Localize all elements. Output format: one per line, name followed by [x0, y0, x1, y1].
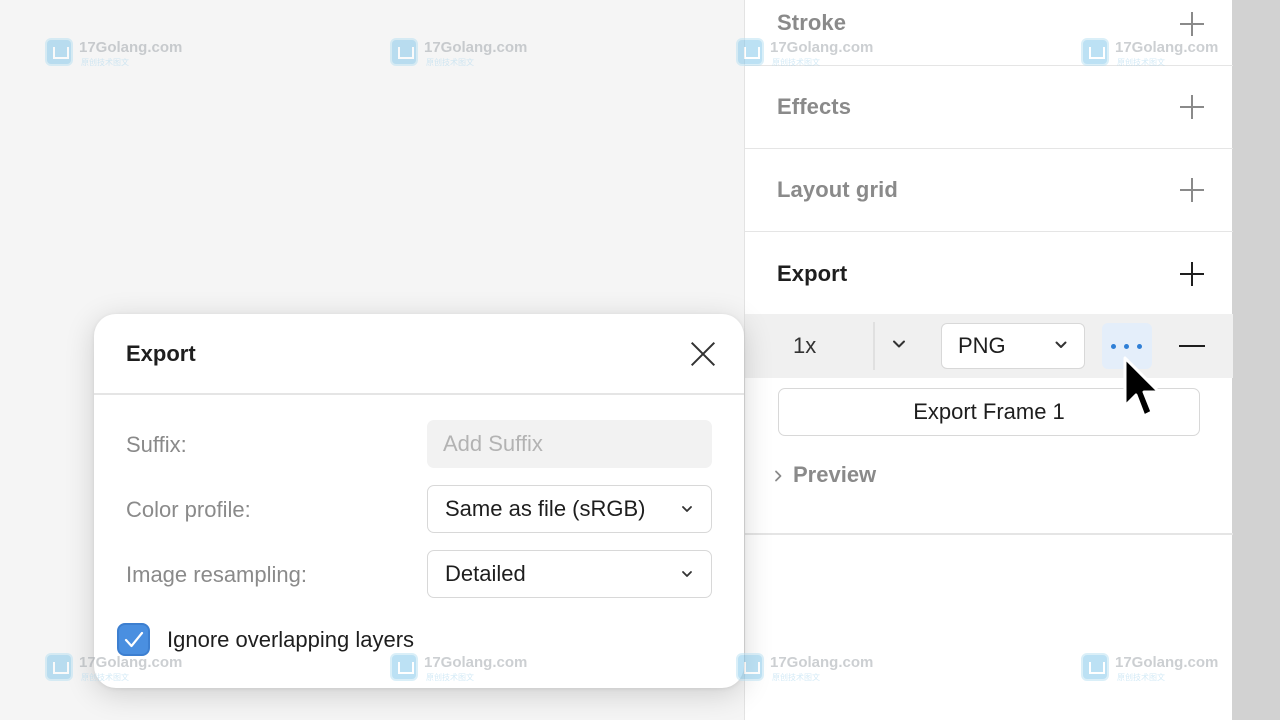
watermark-subtext: 原创技术图文 — [426, 673, 474, 682]
watermark: 17Golang.com 原创技术图文 — [45, 38, 185, 68]
image-resampling-value: Detailed — [445, 561, 526, 586]
ignore-overlapping-label[interactable]: Ignore overlapping layers — [167, 627, 414, 653]
add-layout-grid-plus-icon[interactable] — [1179, 177, 1205, 203]
export-format-select[interactable]: PNG — [941, 323, 1085, 369]
more-horizontal-icon — [1111, 344, 1116, 349]
preview-toggle-label[interactable]: Preview — [793, 462, 876, 488]
more-dot — [1137, 344, 1142, 349]
watermark-logo-icon — [736, 38, 764, 66]
preview-chevron-right-icon[interactable] — [773, 469, 783, 483]
watermark-subtext: 原创技术图文 — [1117, 58, 1165, 67]
watermark-logo-icon — [736, 653, 764, 681]
export-format-value: PNG — [958, 333, 1006, 358]
watermark-subtext: 原创技术图文 — [81, 58, 129, 67]
layout-grid-section: Layout grid — [745, 149, 1233, 232]
watermark-subtext: 原创技术图文 — [81, 673, 129, 682]
watermark-logo-icon — [390, 38, 418, 66]
remove-export-minus-icon[interactable] — [1179, 345, 1205, 347]
watermark: 17Golang.com 原创技术图文 — [1081, 38, 1221, 68]
ignore-overlapping-checkbox[interactable] — [117, 623, 150, 656]
suffix-input[interactable] — [427, 420, 712, 468]
watermark: 17Golang.com 原创技术图文 — [1081, 653, 1221, 683]
watermark: 17Golang.com 原创技术图文 — [390, 653, 530, 683]
row-divider — [873, 322, 875, 370]
effects-section-title: Effects — [777, 94, 852, 119]
watermark: 17Golang.com 原创技术图文 — [45, 653, 185, 683]
checkmark-icon — [124, 631, 144, 648]
suffix-label: Suffix: — [126, 432, 187, 457]
effects-section: Effects — [745, 66, 1233, 149]
watermark-logo-icon — [45, 38, 73, 66]
stroke-section-title: Stroke — [777, 10, 847, 35]
resampling-chevron-down-icon — [682, 571, 692, 577]
watermark-text: 17Golang.com — [770, 654, 874, 671]
watermark: 17Golang.com 原创技术图文 — [736, 38, 876, 68]
export-scale-field[interactable]: 1x — [775, 323, 875, 369]
color-profile-label: Color profile: — [126, 497, 251, 522]
dialog-divider — [94, 393, 744, 395]
watermark-subtext: 原创技术图文 — [772, 58, 820, 67]
watermark-subtext: 原创技术图文 — [772, 673, 820, 682]
more-dot — [1124, 344, 1129, 349]
image-resampling-select[interactable]: Detailed — [427, 550, 712, 598]
image-resampling-label: Image resampling: — [126, 562, 307, 587]
layout-grid-section-title: Layout grid — [777, 177, 898, 202]
watermark-subtext: 原创技术图文 — [426, 58, 474, 67]
watermark-logo-icon — [45, 653, 73, 681]
color-profile-value: Same as file (sRGB) — [445, 496, 646, 521]
add-stroke-plus-icon[interactable] — [1179, 11, 1205, 37]
watermark-text: 17Golang.com — [424, 39, 528, 56]
dialog-title: Export — [126, 341, 196, 366]
watermark-text: 17Golang.com — [79, 39, 183, 56]
add-effect-plus-icon[interactable] — [1179, 94, 1205, 120]
watermark: 17Golang.com 原创技术图文 — [390, 38, 530, 68]
watermark-text: 17Golang.com — [424, 654, 528, 671]
format-chevron-down-icon — [1055, 341, 1067, 348]
export-section-title: Export — [777, 261, 848, 286]
color-profile-chevron-down-icon — [682, 506, 692, 512]
outer-window-edge — [1232, 0, 1280, 720]
watermark-text: 17Golang.com — [79, 654, 183, 671]
color-profile-select[interactable]: Same as file (sRGB) — [427, 485, 712, 533]
watermark-text: 17Golang.com — [1115, 39, 1219, 56]
watermark-text: 17Golang.com — [770, 39, 874, 56]
cursor-icon — [1123, 356, 1161, 418]
watermark-logo-icon — [390, 653, 418, 681]
watermark-subtext: 原创技术图文 — [1117, 673, 1165, 682]
watermark-text: 17Golang.com — [1115, 654, 1219, 671]
add-export-plus-icon[interactable] — [1179, 261, 1205, 287]
close-icon[interactable] — [690, 341, 716, 367]
section-divider — [745, 533, 1233, 535]
watermark-logo-icon — [1081, 38, 1109, 66]
export-settings-dialog: Export Suffix: Color profile: Same as fi… — [94, 314, 744, 688]
export-section: Export — [745, 232, 1233, 314]
watermark-logo-icon — [1081, 653, 1109, 681]
scale-chevron-down-icon[interactable] — [891, 336, 907, 352]
watermark: 17Golang.com 原创技术图文 — [736, 653, 876, 683]
